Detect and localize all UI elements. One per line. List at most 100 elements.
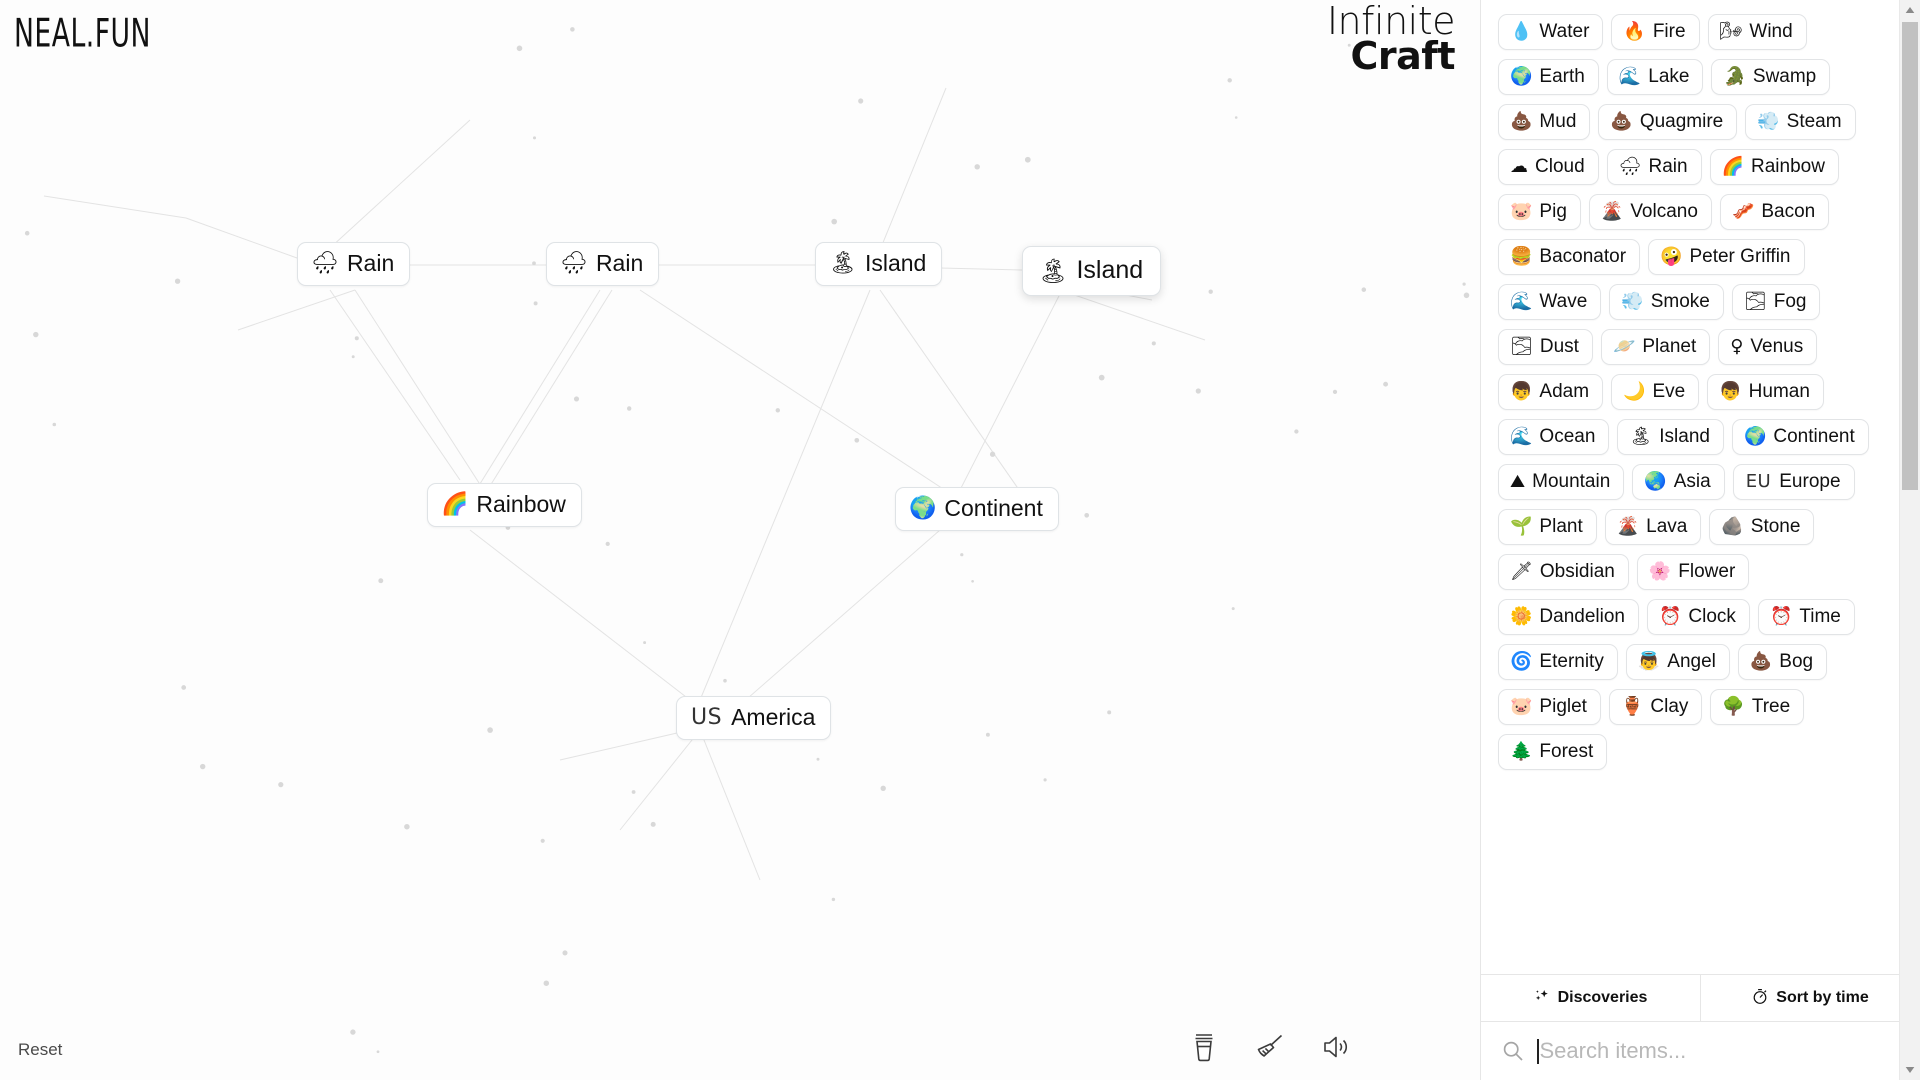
canvas-node[interactable]: 🌈 Rainbow xyxy=(427,483,582,527)
item-chip[interactable]: ⏰ Time xyxy=(1757,599,1855,635)
dagger-icon: 🗡 xyxy=(1510,560,1533,582)
search-input[interactable] xyxy=(1539,1038,1902,1064)
item-chip-label: Eve xyxy=(1652,381,1686,402)
item-chip[interactable]: 🌏 Asia xyxy=(1632,464,1725,500)
cherry-blossom-icon: 🌸 xyxy=(1648,560,1672,582)
item-chip[interactable]: 🌀 Eternity xyxy=(1498,644,1618,680)
item-chip-label: Clay xyxy=(1650,696,1689,717)
item-chip[interactable]: 💨 Steam xyxy=(1745,104,1856,140)
evergreen-tree-icon: 🌲 xyxy=(1510,740,1533,762)
item-chip[interactable]: ☁ Cloud xyxy=(1498,149,1599,185)
scroll-up-arrow-icon[interactable] xyxy=(1900,0,1920,20)
item-chip[interactable]: 🗡 Obsidian xyxy=(1498,554,1629,590)
sidebar-scrollbar[interactable] xyxy=(1899,0,1920,1080)
canvas-node-label: Rainbow xyxy=(476,491,566,517)
cloud-icon: ☁ xyxy=(1510,155,1528,177)
tree-icon: 🌳 xyxy=(1722,695,1745,717)
canvas-node-label: Rain xyxy=(346,250,395,276)
item-chip[interactable]: 🐷 Pig xyxy=(1498,194,1581,230)
canvas-node[interactable]: US America xyxy=(676,696,832,740)
item-chip[interactable]: 💩 Quagmire xyxy=(1598,104,1738,140)
item-chip-label: Asia xyxy=(1673,471,1711,492)
reset-button[interactable]: Reset xyxy=(14,1038,66,1062)
item-chip[interactable]: 💩 Bog xyxy=(1737,644,1828,680)
crescent-moon-icon: 🌙 xyxy=(1623,380,1646,402)
item-chip[interactable]: 🌫 Dust xyxy=(1498,329,1593,365)
tab-sort-by-time[interactable]: Sort by time xyxy=(1700,975,1920,1021)
speaker-icon[interactable] xyxy=(1317,1028,1355,1066)
item-chip[interactable]: 🍔 Baconator xyxy=(1498,239,1641,275)
item-chip[interactable]: 🌊 Ocean xyxy=(1498,419,1610,455)
item-chip-label: Bog xyxy=(1779,651,1814,672)
item-chip[interactable]: 🏝 Island xyxy=(1617,419,1724,455)
crafting-canvas[interactable]: NEAL.FUN Infinite Craft 🌧 Rain 🌧 Rain 🏝 Islan… xyxy=(0,0,1481,1080)
item-chip[interactable]: 🌙 Eve xyxy=(1611,374,1700,410)
item-chip[interactable]: EU Europe xyxy=(1732,464,1855,500)
item-chip[interactable]: 🌲 Forest xyxy=(1498,734,1608,770)
item-chip-label: Clock xyxy=(1688,606,1736,627)
zany-face-icon: 🤪 xyxy=(1660,245,1683,267)
item-chip[interactable]: 🌍 Earth xyxy=(1498,59,1599,95)
item-chip-label: Smoke xyxy=(1650,291,1710,312)
item-chip-label: Tree xyxy=(1751,696,1791,717)
item-chip[interactable]: 🌫 Fog xyxy=(1731,284,1821,320)
item-chip-label: Cloud xyxy=(1535,156,1585,177)
title-line-craft: Craft xyxy=(1350,33,1456,78)
item-chip-label: Venus xyxy=(1750,336,1804,357)
item-chip-label: Flower xyxy=(1678,561,1736,582)
item-chip[interactable]: 🌈 Rainbow xyxy=(1709,149,1839,185)
item-chip-label: Time xyxy=(1799,606,1841,627)
item-chip[interactable]: 💧 Water xyxy=(1498,14,1604,50)
item-chip[interactable]: ⛰ Mountain xyxy=(1498,464,1625,500)
item-chip[interactable]: 🌬 Wind xyxy=(1707,14,1807,50)
item-chip[interactable]: 🏺 Clay xyxy=(1608,689,1703,725)
canvas-node-label: Island xyxy=(1076,256,1144,284)
canvas-node[interactable]: 🏝 Island xyxy=(815,242,943,286)
seedling-icon: 🌱 xyxy=(1510,515,1533,537)
coffee-cup-icon[interactable] xyxy=(1185,1028,1223,1066)
item-chip[interactable]: 🌍 Continent xyxy=(1731,419,1869,455)
item-chip-label: Bacon xyxy=(1761,201,1816,222)
fire-icon: 🔥 xyxy=(1623,20,1646,42)
item-chip[interactable]: 🤪 Peter Griffin xyxy=(1648,239,1805,275)
item-chip[interactable]: 💨 Smoke xyxy=(1609,284,1724,320)
item-chip[interactable]: 👦 Human xyxy=(1707,374,1824,410)
item-chip[interactable]: 🌊 Wave xyxy=(1498,284,1602,320)
item-chip[interactable]: 🪨 Stone xyxy=(1709,509,1815,545)
canvas-node[interactable]: 🌧 Rain xyxy=(297,242,411,286)
item-chip[interactable]: 👼 Angel xyxy=(1625,644,1730,680)
item-chip[interactable]: 🌱 Plant xyxy=(1498,509,1597,545)
scrollbar-thumb[interactable] xyxy=(1902,22,1918,490)
wave-icon: 🌊 xyxy=(1618,65,1642,87)
item-chip[interactable]: 💩 Mud xyxy=(1498,104,1591,140)
item-chip[interactable]: 🪐 Planet xyxy=(1600,329,1711,365)
item-chip[interactable]: 🐷 Piglet xyxy=(1498,689,1601,725)
item-chip[interactable]: 🌊 Lake xyxy=(1606,59,1704,95)
item-chip[interactable]: 👦 Adam xyxy=(1498,374,1604,410)
items-scroll-area[interactable]: 💧 Water 🔥 Fire 🌬 Wind 🌍 Earth 🌊 Lake 🐊 Swamp 💩 Mud 💩 Qu… xyxy=(1481,0,1920,974)
broom-icon[interactable] xyxy=(1251,1028,1289,1066)
canvas-node[interactable]: 🏝 Island xyxy=(1022,246,1162,296)
search-field[interactable] xyxy=(1537,1038,1902,1064)
canvas-node[interactable]: 🌧 Rain xyxy=(546,242,660,286)
item-chip[interactable]: 🌋 Lava xyxy=(1604,509,1702,545)
item-chip[interactable]: 🥓 Bacon xyxy=(1719,194,1830,230)
item-chip[interactable]: 🌋 Volcano xyxy=(1588,194,1712,230)
item-chip[interactable]: 🌼 Dandelion xyxy=(1498,599,1639,635)
blossom-icon: 🌼 xyxy=(1510,605,1533,627)
earth-globe-icon: 🌍 xyxy=(1743,425,1767,447)
tab-discoveries[interactable]: Discoveries xyxy=(1481,975,1700,1021)
item-chip[interactable]: ⏰ Clock xyxy=(1647,599,1750,635)
neal-fun-logo[interactable]: NEAL.FUN xyxy=(14,10,151,56)
background-star-dots xyxy=(24,27,1470,1054)
item-chip[interactable]: ♀ Venus xyxy=(1718,329,1818,365)
scroll-down-arrow-icon[interactable] xyxy=(1900,1060,1920,1080)
item-chip[interactable]: 🔥 Fire xyxy=(1611,14,1700,50)
item-chip[interactable]: 🌳 Tree xyxy=(1710,689,1805,725)
swamp-gator-icon: 🐊 xyxy=(1723,65,1746,87)
item-chip[interactable]: 🐊 Swamp xyxy=(1711,59,1831,95)
item-chip[interactable]: 🌧 Rain xyxy=(1606,149,1702,185)
canvas-node[interactable]: 🌍 Continent xyxy=(895,487,1059,531)
item-chip[interactable]: 🌸 Flower xyxy=(1636,554,1750,590)
item-chip-label: Ocean xyxy=(1539,426,1596,447)
